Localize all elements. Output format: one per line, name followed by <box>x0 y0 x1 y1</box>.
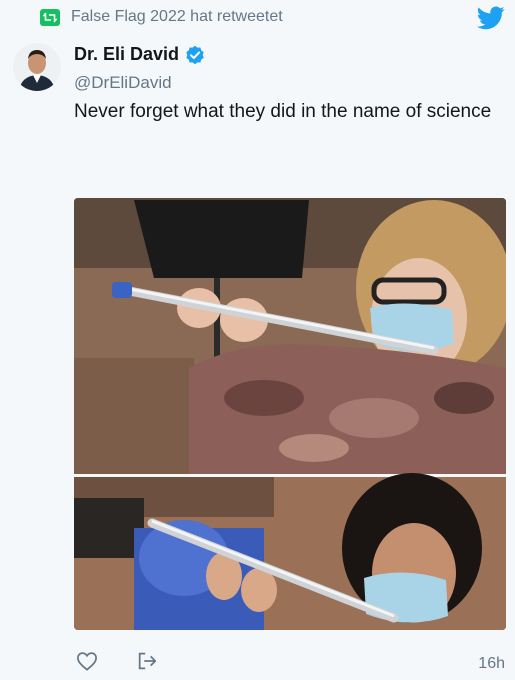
retweet-icon <box>40 8 60 26</box>
twitter-bird-icon[interactable] <box>476 6 505 30</box>
verified-badge-icon <box>185 45 205 65</box>
tweet-actions <box>76 650 196 672</box>
avatar[interactable] <box>13 43 61 91</box>
author-handle[interactable]: @DrEliDavid <box>74 73 172 93</box>
author-display-name[interactable]: Dr. Eli David <box>74 44 179 65</box>
tweet-image[interactable] <box>74 198 506 630</box>
tweet-text: Never forget what they did in the name o… <box>74 101 492 122</box>
tweet-timestamp[interactable]: 16h <box>478 655 505 673</box>
share-icon[interactable] <box>136 650 158 672</box>
author-name-row[interactable]: Dr. Eli David <box>74 44 205 65</box>
retweet-indicator[interactable]: False Flag 2022 hat retweetet <box>40 6 283 28</box>
tweet-card[interactable]: False Flag 2022 hat retweetet Dr. Eli Da… <box>0 0 515 680</box>
retweet-label: False Flag 2022 hat retweetet <box>71 8 283 25</box>
heart-icon[interactable] <box>76 650 98 672</box>
